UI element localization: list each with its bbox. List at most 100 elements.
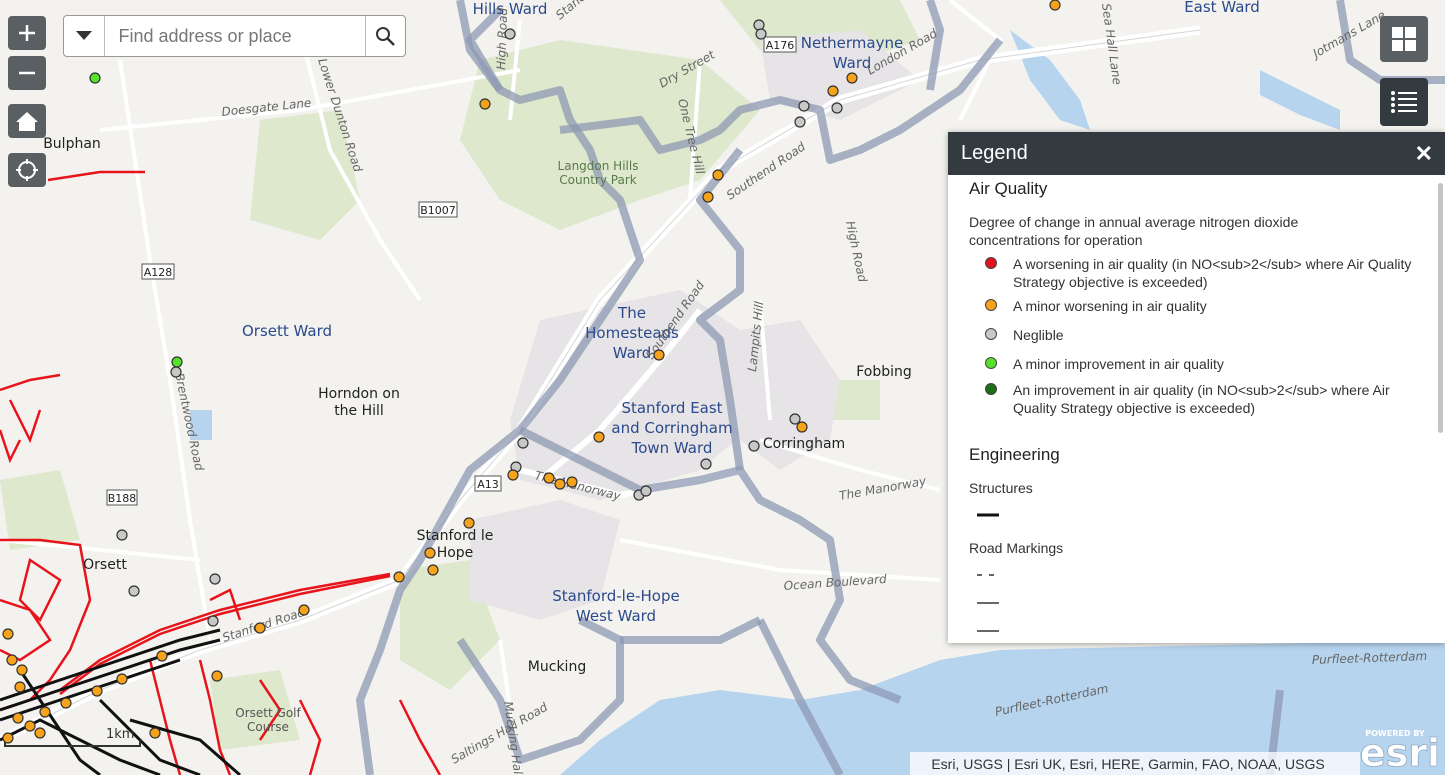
legend-item: An improvement in air quality (in NO<sub… bbox=[969, 381, 1433, 417]
aq-point[interactable] bbox=[211, 670, 223, 682]
aq-point[interactable] bbox=[393, 571, 405, 583]
aq-point[interactable] bbox=[170, 366, 182, 378]
legend-item-label: An improvement in air quality (in NO<sub… bbox=[1013, 382, 1390, 416]
aq-point[interactable] bbox=[209, 573, 221, 585]
aq-point[interactable] bbox=[507, 469, 519, 481]
aq-point[interactable] bbox=[753, 19, 765, 31]
aq-point[interactable] bbox=[794, 116, 806, 128]
zoom-out-button[interactable] bbox=[8, 56, 46, 90]
aq-point[interactable] bbox=[2, 732, 14, 744]
legend-item: A minor improvement in air quality bbox=[969, 355, 1433, 373]
aq-point[interactable] bbox=[712, 169, 724, 181]
legend-item: A worsening in air quality (in NO<sub>2<… bbox=[969, 255, 1433, 291]
esri-logo: esri bbox=[1360, 731, 1440, 775]
aq-point[interactable] bbox=[171, 356, 183, 368]
aq-point[interactable] bbox=[298, 604, 310, 616]
search-icon bbox=[376, 27, 396, 46]
svg-text:B188: B188 bbox=[108, 492, 137, 505]
aq-point[interactable] bbox=[479, 98, 491, 110]
legend-layer-title: Engineering bbox=[969, 445, 1060, 464]
aq-point[interactable] bbox=[566, 476, 578, 488]
red-dot-icon bbox=[985, 257, 997, 269]
aq-point[interactable] bbox=[846, 72, 858, 84]
svg-text:Corringham: Corringham bbox=[763, 436, 845, 452]
aq-point[interactable] bbox=[149, 727, 161, 739]
aq-point[interactable] bbox=[39, 706, 51, 718]
aq-point[interactable] bbox=[748, 440, 760, 452]
legend-item: Neglible bbox=[969, 326, 1433, 344]
basemap-gallery-button[interactable] bbox=[1380, 16, 1428, 62]
home-icon bbox=[16, 112, 38, 131]
svg-text:A13: A13 bbox=[477, 478, 499, 491]
aq-point[interactable] bbox=[424, 547, 436, 559]
legend-group-label: Structures bbox=[969, 480, 1033, 496]
aq-point[interactable] bbox=[517, 437, 529, 449]
legend-header: Legend ✕ bbox=[948, 132, 1445, 175]
light-green-dot-icon bbox=[985, 357, 997, 369]
aq-point[interactable] bbox=[116, 529, 128, 541]
aq-point[interactable] bbox=[593, 431, 605, 443]
aq-point[interactable] bbox=[640, 485, 652, 497]
aq-point[interactable] bbox=[463, 517, 475, 529]
legend-scrollbar-thumb[interactable] bbox=[1438, 183, 1443, 433]
search-button[interactable] bbox=[364, 16, 406, 56]
aq-point[interactable] bbox=[653, 349, 665, 361]
home-button[interactable] bbox=[8, 104, 46, 138]
aq-point[interactable] bbox=[89, 72, 101, 84]
aq-point[interactable] bbox=[254, 622, 266, 634]
aq-point[interactable] bbox=[207, 615, 219, 627]
aq-point[interactable] bbox=[755, 28, 767, 40]
aq-point[interactable] bbox=[702, 191, 714, 203]
aq-point[interactable] bbox=[16, 664, 28, 676]
aq-point[interactable] bbox=[554, 478, 566, 490]
aq-point[interactable] bbox=[91, 685, 103, 697]
aq-point[interactable] bbox=[831, 102, 843, 114]
legend-layer-subtitle: Degree of change in annual average nitro… bbox=[969, 214, 1299, 248]
legend-toggle-button[interactable] bbox=[1380, 78, 1428, 126]
aq-point[interactable] bbox=[2, 628, 14, 640]
legend-scrollbar[interactable] bbox=[1433, 175, 1445, 643]
orange-dot-icon bbox=[985, 299, 997, 311]
aq-point[interactable] bbox=[14, 681, 26, 693]
ward-label: Orsett Ward bbox=[242, 322, 332, 340]
svg-text:Langdon HillsCountry Park: Langdon Hills Country Park bbox=[558, 159, 639, 187]
search-input[interactable] bbox=[104, 16, 365, 56]
aq-point[interactable] bbox=[798, 100, 810, 112]
aq-point[interactable] bbox=[60, 697, 72, 709]
attribution-text: Esri, USGS | Esri UK, Esri, HERE, Garmin… bbox=[931, 756, 1324, 772]
legend-item-label: A minor improvement in air quality bbox=[1013, 356, 1224, 372]
aq-point[interactable] bbox=[700, 458, 712, 470]
svg-text:Mucking: Mucking bbox=[528, 659, 586, 675]
svg-text:Orsett: Orsett bbox=[83, 557, 127, 573]
aq-point[interactable] bbox=[789, 413, 801, 425]
legend-item-label: Neglible bbox=[1013, 327, 1064, 343]
legend-body: Air Quality Degree of change in annual a… bbox=[948, 175, 1433, 643]
search-source-dropdown[interactable] bbox=[64, 16, 105, 56]
locate-button[interactable] bbox=[8, 153, 46, 187]
grey-dot-icon bbox=[985, 328, 997, 340]
aq-point[interactable] bbox=[427, 564, 439, 576]
aq-point[interactable] bbox=[24, 720, 36, 732]
aq-point[interactable] bbox=[116, 673, 128, 685]
plus-icon bbox=[19, 25, 35, 41]
legend-layer-title: Air Quality bbox=[969, 179, 1048, 198]
legend-structures-symbol bbox=[969, 505, 1433, 525]
svg-text:A176: A176 bbox=[766, 39, 795, 52]
minus-icon bbox=[19, 71, 35, 75]
aq-point[interactable] bbox=[543, 472, 555, 484]
aq-point[interactable] bbox=[504, 28, 516, 40]
aq-point[interactable] bbox=[827, 85, 839, 97]
dark-green-dot-icon bbox=[985, 383, 997, 395]
aq-point[interactable] bbox=[128, 585, 140, 597]
aq-point[interactable] bbox=[796, 421, 808, 433]
aq-point[interactable] bbox=[156, 650, 168, 662]
close-icon[interactable]: ✕ bbox=[1415, 141, 1433, 167]
basemap-grid-icon bbox=[1392, 27, 1416, 51]
svg-text:A128: A128 bbox=[144, 266, 173, 279]
zoom-in-button[interactable] bbox=[8, 16, 46, 50]
aq-point[interactable] bbox=[34, 727, 46, 739]
ward-label: East Ward bbox=[1184, 0, 1260, 16]
aq-point[interactable] bbox=[12, 712, 24, 724]
aq-point[interactable] bbox=[6, 654, 18, 666]
aq-point[interactable] bbox=[1049, 0, 1061, 11]
